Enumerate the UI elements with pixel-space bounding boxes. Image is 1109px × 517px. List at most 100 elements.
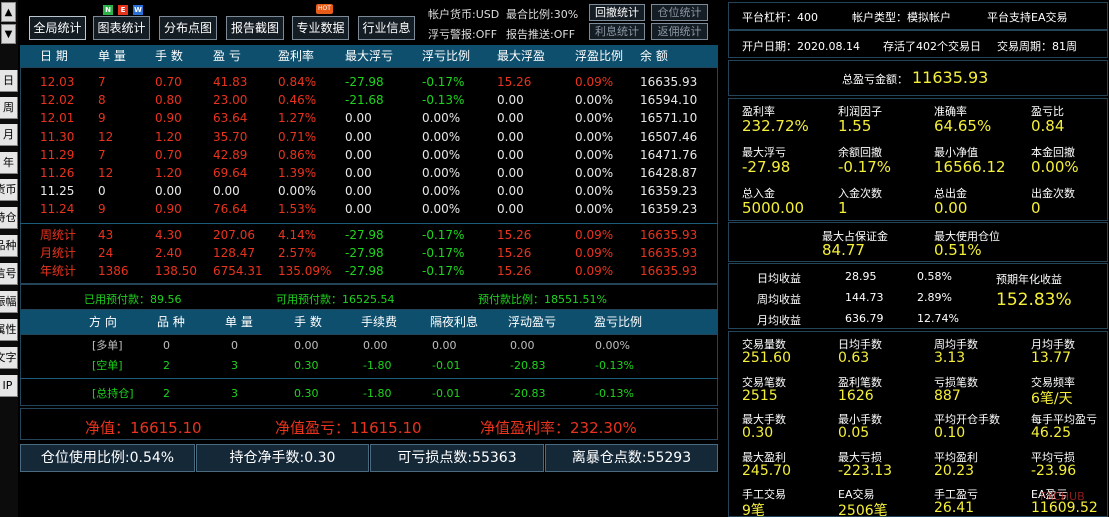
table-row[interactable]: 11.26 12 1.20 69.64 1.39% 0.00 0.00% 0.00 0.00% 1… bbox=[20, 164, 718, 182]
loss-points-button[interactable]: 可亏损点数:55363 bbox=[370, 444, 544, 472]
table-cell: 23.00 bbox=[213, 93, 248, 108]
table-cell: 16428.87 bbox=[640, 166, 698, 180]
summary-cell: 15.26 bbox=[497, 264, 532, 278]
global-stats-button[interactable]: 全局统计 bbox=[29, 16, 86, 40]
stats-table-header: 日 期 单 量 手 数 盈 亏 盈利率 最大浮亏 浮亏比例 最大浮盈 浮盈比例 余 额 bbox=[20, 45, 718, 67]
summary-cell: 0.09% bbox=[575, 228, 614, 242]
stat-value: 0.05 bbox=[838, 425, 870, 441]
table-cell: 12.03 bbox=[40, 75, 75, 89]
position-stats-button[interactable]: 仓位统计 bbox=[651, 4, 708, 21]
table-cell: 63.64 bbox=[213, 111, 248, 126]
side-tab-symbol[interactable]: 品种 bbox=[0, 235, 18, 257]
new-badge-e: E bbox=[118, 5, 128, 15]
stat-value: -223.13 bbox=[838, 462, 893, 479]
stats-header-cell: 手 数 bbox=[155, 49, 183, 63]
side-tab-week[interactable]: 周 bbox=[0, 97, 18, 119]
table-cell: 0.70 bbox=[155, 75, 182, 89]
stats-header-cell: 浮亏比例 bbox=[422, 49, 471, 63]
table-cell: 0.00% bbox=[278, 184, 317, 199]
drawdown-stats-button[interactable]: 回撤统计 bbox=[589, 4, 645, 21]
side-tab-year[interactable]: 年 bbox=[0, 152, 18, 174]
float-warning: 浮亏警报:OFF bbox=[428, 28, 498, 41]
positions-header-cell: 方 向 bbox=[89, 315, 117, 329]
report-screenshot-button[interactable]: 报告截图 bbox=[226, 16, 284, 40]
position-row[interactable]: [总持仓] 2 3 0.30 -1.80 -0.01 -20.83 -0.13% bbox=[20, 385, 718, 403]
chart-stats-button[interactable]: 图表统计 bbox=[93, 16, 150, 40]
stat-value: 6笔/天 bbox=[1031, 390, 1073, 407]
summary-row[interactable]: 年统计 1386 138.50 6754.31 135.09% -27.98 -0.17% 1… bbox=[20, 262, 718, 280]
side-tab-currency[interactable]: 货币 bbox=[0, 179, 18, 201]
table-cell: 11.29 bbox=[40, 147, 75, 162]
income-label: 日均收益 bbox=[757, 272, 801, 285]
position-cell: 0.00% bbox=[595, 339, 630, 352]
metric-value: 232.72% bbox=[742, 117, 809, 135]
position-row[interactable]: [多单] 0 0 0.00 0.00 0.00 0.00 0.00% bbox=[20, 337, 718, 355]
positions-header-cell: 手续费 bbox=[361, 315, 398, 329]
side-tab-ip[interactable]: IP bbox=[0, 375, 18, 397]
table-row[interactable]: 12.01 9 0.90 63.64 1.27% 0.00 0.00% 0.00 0.00% 16… bbox=[20, 109, 718, 127]
commission-stats-button[interactable]: 返佣统计 bbox=[651, 23, 708, 40]
side-tab-text[interactable]: 文字 bbox=[0, 347, 18, 369]
stats-header-cell: 最大浮盈 bbox=[497, 49, 546, 63]
side-tab-day[interactable]: 日 bbox=[0, 70, 18, 92]
table-cell: 16507.46 bbox=[640, 129, 698, 144]
metric-value: 0.00% bbox=[1031, 158, 1079, 176]
metric-value: 0.00 bbox=[934, 199, 968, 217]
stat-value: 9笔 bbox=[742, 503, 765, 517]
distribution-chart-button[interactable]: 分布点图 bbox=[159, 16, 217, 40]
net-lots-button[interactable]: 持仓净手数:0.30 bbox=[196, 444, 369, 472]
summary-cell: 16635.93 bbox=[640, 228, 698, 242]
stat-value: -23.96 bbox=[1031, 462, 1077, 479]
stat-value: 2515 bbox=[742, 387, 778, 404]
side-tab-signal[interactable]: 信号 bbox=[0, 263, 18, 285]
table-row[interactable]: 11.30 12 1.20 35.70 0.71% 0.00 0.00% 0.00 0.00% 1… bbox=[20, 128, 718, 146]
max-use-value: 0.51% bbox=[934, 241, 982, 259]
interest-stats-button[interactable]: 利息统计 bbox=[589, 23, 645, 40]
table-cell: 0.00 bbox=[345, 184, 372, 199]
table-cell: 0.00% bbox=[422, 184, 461, 199]
summary-cell: 年统计 bbox=[40, 264, 77, 278]
summary-cell: 207.06 bbox=[213, 228, 255, 242]
table-row[interactable]: 11.25 0 0.00 0.00 0.00% 0.00 0.00% 0.00 0.00% 163… bbox=[20, 182, 718, 200]
position-usage-button[interactable]: 仓位使用比例:0.54% bbox=[20, 444, 195, 472]
income-label: 周均收益 bbox=[757, 293, 801, 306]
table-cell: 0.90 bbox=[155, 202, 182, 217]
table-row[interactable]: 11.29 7 0.70 42.89 0.86% 0.00 0.00% 0.00 0.00% 16… bbox=[20, 146, 718, 164]
table-cell: 16471.76 bbox=[640, 147, 698, 162]
side-tab-holdings[interactable]: 持仓 bbox=[0, 207, 18, 229]
side-tab-attribute[interactable]: 属性 bbox=[0, 319, 18, 341]
table-row[interactable]: 12.02 8 0.80 23.00 0.46% -21.68 -0.13% 0.00 0.00… bbox=[20, 91, 718, 109]
income-value: 0.58% bbox=[917, 270, 952, 283]
table-cell: 0 bbox=[98, 184, 106, 199]
positions-header-cell: 单 量 bbox=[225, 315, 253, 329]
scroll-down-arrow-icon[interactable]: ▼ bbox=[1, 24, 16, 44]
income-value: 12.74% bbox=[917, 312, 959, 325]
position-row[interactable]: [空单] 2 3 0.30 -1.80 -0.01 -20.83 -0.13% bbox=[20, 357, 718, 375]
table-cell: 0.00% bbox=[422, 147, 461, 162]
side-tab-month[interactable]: 月 bbox=[0, 124, 18, 146]
position-cell: 3 bbox=[231, 359, 238, 372]
summary-row[interactable]: 月统计 24 2.40 128.47 2.57% -27.98 -0.17% 15.26 0.0… bbox=[20, 244, 718, 262]
position-cell: -1.80 bbox=[363, 359, 392, 372]
summary-row[interactable]: 周统计 43 4.30 207.06 4.14% -27.98 -0.17% 15.26 0.0… bbox=[20, 226, 718, 244]
table-cell: 0.09% bbox=[575, 75, 614, 89]
table-row[interactable]: 12.03 7 0.70 41.83 0.84% -27.98 -0.17% 15.26 0.0… bbox=[20, 73, 718, 91]
income-value: 28.95 bbox=[845, 270, 877, 283]
pro-data-button[interactable]: 专业数据 bbox=[292, 16, 349, 40]
table-cell: 12.02 bbox=[40, 93, 75, 108]
position-cell: 2 bbox=[163, 387, 170, 400]
table-row[interactable]: 11.24 9 0.90 76.64 1.53% 0.00 0.00% 0.00 0.00% 16… bbox=[20, 200, 718, 218]
table-cell: 11.25 bbox=[40, 184, 75, 199]
scroll-up-arrow-icon[interactable]: ▲ bbox=[1, 2, 16, 22]
industry-info-button[interactable]: 行业信息 bbox=[358, 16, 415, 40]
table-cell: -0.13% bbox=[422, 93, 465, 108]
table-cell: 0.00% bbox=[422, 166, 461, 180]
table-cell: 16594.10 bbox=[640, 93, 698, 108]
side-tab-amplitude[interactable]: 振幅 bbox=[0, 291, 18, 313]
position-cell: [多单] bbox=[92, 339, 123, 352]
liquidation-points-button[interactable]: 离暴仓点数:55293 bbox=[545, 444, 718, 472]
stats-header-cell: 日 期 bbox=[40, 49, 68, 63]
stat-value: 887 bbox=[934, 387, 961, 404]
table-cell: 0.00 bbox=[345, 147, 372, 162]
positions-header-cell: 浮动盈亏 bbox=[508, 315, 557, 329]
